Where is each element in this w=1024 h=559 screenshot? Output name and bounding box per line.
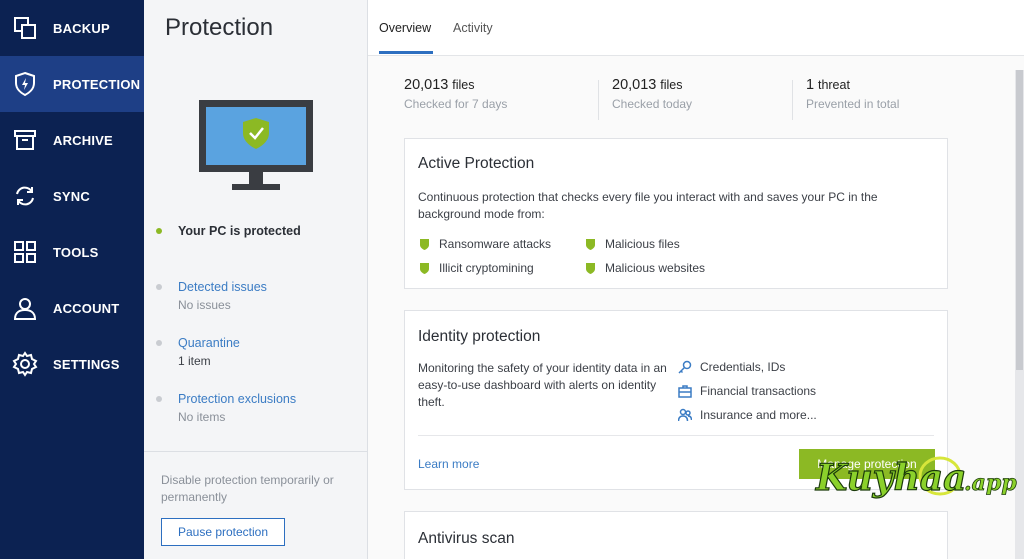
watermark-brand: Kuyhaa xyxy=(815,457,966,499)
feature-label: Ransomware attacks xyxy=(439,237,552,251)
stat-number: 20,013 xyxy=(404,77,449,93)
detected-issues-value: No issues xyxy=(178,298,231,312)
stat-number: 20,013 xyxy=(612,77,657,93)
nav-archive-label: ARCHIVE xyxy=(53,132,113,148)
shield-bolt-icon xyxy=(12,71,38,97)
tab-bar: Overview Activity xyxy=(368,0,1024,56)
antivirus-scan-card: Antivirus scan xyxy=(404,511,948,559)
shield-check-icon xyxy=(420,262,429,274)
identity-feature-label: Credentials, IDs xyxy=(700,360,786,374)
stat-divider xyxy=(792,80,793,120)
stat-caption: Checked today xyxy=(612,97,693,111)
user-icon xyxy=(12,295,38,321)
shield-check-icon xyxy=(586,238,595,250)
stat-caption: Prevented in total xyxy=(806,97,900,111)
nav-protection-label: PROTECTION xyxy=(53,76,141,92)
antivirus-scan-title: Antivirus scan xyxy=(418,530,515,547)
tab-overview[interactable]: Overview xyxy=(379,21,431,35)
feature-label: Malicious files xyxy=(605,237,680,251)
identity-feature-label: Insurance and more... xyxy=(700,408,817,422)
feature-label: Illicit cryptomining xyxy=(439,261,534,275)
shield-check-icon xyxy=(420,238,429,250)
stat-checked-week: 20,013 files Checked for 7 days xyxy=(404,76,507,124)
protected-monitor-icon xyxy=(199,100,313,190)
nav-protection[interactable]: PROTECTION xyxy=(0,56,144,112)
feature-malicious-websites: Malicious websites xyxy=(586,261,705,275)
nav-sync-label: SYNC xyxy=(53,188,90,204)
stat-threats: 1 threat Prevented in total xyxy=(806,76,899,124)
feature-ransomware: Ransomware attacks xyxy=(420,237,551,251)
status-text: Your PC is protected xyxy=(178,224,301,238)
nav-account-label: ACCOUNT xyxy=(53,300,120,316)
nav-settings[interactable]: SETTINGS xyxy=(0,336,144,392)
exclusions-dot xyxy=(156,396,162,402)
identity-feature-financial: Financial transactions xyxy=(678,384,816,398)
identity-protection-title: Identity protection xyxy=(418,328,541,345)
shield-check-icon xyxy=(586,262,595,274)
exclusions-value: No items xyxy=(178,410,226,424)
identity-protection-description: Monitoring the safety of your identity d… xyxy=(418,361,667,409)
feature-malicious-files: Malicious files xyxy=(586,237,680,251)
quarantine-link[interactable]: Quarantine xyxy=(178,336,240,350)
detected-issues-dot xyxy=(156,284,162,290)
grid-tools-icon xyxy=(12,239,38,265)
stat-caption: Checked for 7 days xyxy=(404,97,508,111)
tab-active-indicator xyxy=(379,51,433,54)
identity-feature-label: Financial transactions xyxy=(700,384,817,398)
exclusions-entry: Protection exclusions No items xyxy=(156,392,296,424)
sync-arrows-icon xyxy=(12,183,38,209)
stat-number: 1 xyxy=(806,77,815,93)
disable-protection-text: Disable protection temporarily or perman… xyxy=(161,473,334,504)
content-scrollbar-thumb[interactable] xyxy=(1016,70,1023,370)
card-divider xyxy=(418,435,934,436)
stat-divider xyxy=(598,80,599,120)
nav-tools[interactable]: TOOLS xyxy=(0,224,144,280)
protection-status: Your PC is protected xyxy=(156,224,301,238)
protection-summary-panel: Protection Your PC is protected Detected… xyxy=(144,0,368,559)
backup-copy-icon xyxy=(12,15,38,41)
nav-backup-label: BACKUP xyxy=(53,20,110,36)
learn-more-link[interactable]: Learn more xyxy=(418,457,479,471)
key-icon xyxy=(678,360,692,374)
stat-unit: files xyxy=(660,78,683,92)
tab-activity[interactable]: Activity xyxy=(453,21,493,35)
nav-settings-label: SETTINGS xyxy=(53,356,120,372)
status-ok-dot xyxy=(156,228,162,234)
active-protection-description: Continuous protection that checks every … xyxy=(418,190,878,221)
stat-unit: threat xyxy=(817,78,850,92)
nav-sync[interactable]: SYNC xyxy=(0,168,144,224)
stat-unit: files xyxy=(452,78,475,92)
identity-feature-insurance: Insurance and more... xyxy=(678,408,817,422)
stats-row: 20,013 files Checked for 7 days 20,013 f… xyxy=(394,76,954,124)
detected-issues-link[interactable]: Detected issues xyxy=(178,280,267,294)
feature-label: Malicious websites xyxy=(605,261,706,275)
nav-account[interactable]: ACCOUNT xyxy=(0,280,144,336)
pause-protection-button[interactable]: Pause protection xyxy=(161,518,285,546)
quarantine-dot xyxy=(156,340,162,346)
nav-backup[interactable]: BACKUP xyxy=(0,0,144,56)
active-protection-card: Active Protection Continuous protection … xyxy=(404,138,948,289)
watermark-suffix: .app xyxy=(964,470,1017,496)
active-protection-title: Active Protection xyxy=(418,155,535,172)
gear-icon xyxy=(12,351,38,377)
exclusions-link[interactable]: Protection exclusions xyxy=(178,392,296,406)
stat-checked-today: 20,013 files Checked today xyxy=(612,76,692,124)
archive-box-icon xyxy=(12,127,38,153)
page-title: Protection xyxy=(165,14,274,41)
feature-cryptomining: Illicit cryptomining xyxy=(420,261,534,275)
people-icon xyxy=(678,408,692,422)
kuyhaa-watermark-logo: Kuyhaa .app xyxy=(812,446,1018,510)
detected-issues-entry: Detected issues No issues xyxy=(156,280,267,312)
quarantine-entry: Quarantine 1 item xyxy=(156,336,240,368)
nav-archive[interactable]: ARCHIVE xyxy=(0,112,144,168)
quarantine-value: 1 item xyxy=(178,354,211,368)
main-sidebar: BACKUP PROTECTION ARCHIVE SYNC TOOLS ACC… xyxy=(0,0,144,559)
panel-divider xyxy=(144,451,368,452)
briefcase-icon xyxy=(678,385,692,398)
nav-tools-label: TOOLS xyxy=(53,244,99,260)
identity-feature-credentials: Credentials, IDs xyxy=(678,360,785,374)
